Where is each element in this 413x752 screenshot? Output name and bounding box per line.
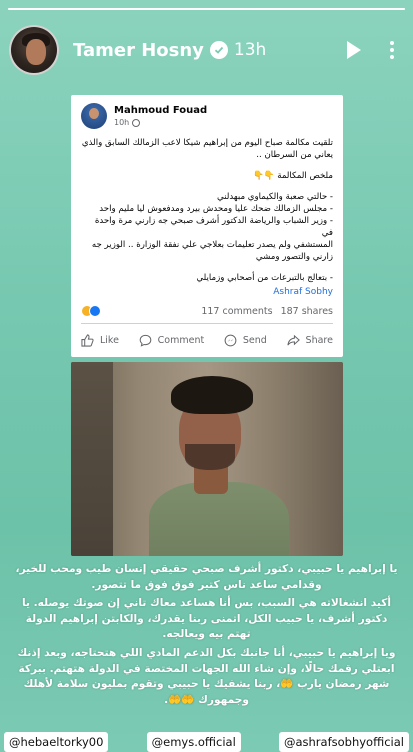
comment-button: Comment [139, 334, 205, 347]
send-label: Send [242, 335, 267, 346]
fb-post-line: يعاني من السرطان .. [256, 150, 333, 160]
reactions-icon [81, 305, 101, 317]
fb-post-line: ملخص المكالمة 👇👇 [253, 171, 333, 181]
fb-post-stats: 117 comments 187 shares [71, 297, 343, 317]
fb-post-line: - بتعالج بالتبرعات من أصحابي وزمايلي [196, 273, 333, 283]
story-header: Tamer Hosny 13h [9, 24, 403, 76]
avatar[interactable] [9, 25, 59, 75]
more-icon[interactable] [381, 37, 403, 63]
fb-post-actions: Like Comment Send Share [81, 323, 333, 357]
facebook-post-screenshot: Mahmoud Fouad 10h تلقيت مكالمة صباح اليو… [71, 95, 343, 357]
shares-count: 187 shares [280, 305, 333, 317]
fb-post-line: - مجلس الزمالك ضحك عليا ومحدش بيرد ومدفع… [99, 204, 333, 214]
mention-tags: @hebaeltorky00 @emys.official @ashrafsob… [4, 732, 409, 752]
fb-post-signature: Ashraf Sobhy [273, 287, 333, 297]
fb-post-line: تلقيت مكالمة صباح اليوم من إبراهيم شيكا … [81, 138, 333, 148]
story-progress-fill [8, 8, 405, 10]
mention-tag[interactable]: @hebaeltorky00 [4, 732, 109, 752]
fb-post-header: Mahmoud Fouad 10h [71, 95, 343, 129]
fb-post-line: زارني والتصور ومشي [255, 252, 333, 262]
fb-post-gap [81, 161, 333, 170]
comment-label: Comment [157, 335, 205, 346]
send-button: Send [224, 334, 267, 347]
story-progress-bar [8, 8, 405, 10]
comment-icon [139, 334, 151, 347]
fb-post-line: المستشفي ولم يصدر تعليمات بعلاجي علي نفق… [91, 240, 333, 250]
caption-paragraph: يا إبراهيم يا حبيبي، دكتور أشرف صبحي حقي… [15, 563, 398, 591]
fb-author-name: Mahmoud Fouad [114, 105, 208, 116]
fb-time-text: 10h [114, 118, 130, 127]
fb-post-time: 10h [114, 118, 207, 127]
like-label: Like [100, 335, 119, 346]
caption-paragraph: ويا إبراهيم يا حبيبي، أنا جانبك بكل الدع… [17, 646, 396, 706]
play-icon[interactable] [341, 37, 367, 63]
fb-author-avatar [81, 103, 107, 129]
share-label: Share [305, 335, 333, 346]
username[interactable]: Tamer Hosny [73, 40, 204, 61]
patient-photo [71, 362, 343, 556]
story-time: 13h [233, 40, 267, 60]
thumbs-up-icon [81, 334, 94, 347]
mention-tag[interactable]: @ashrafsobhyofficial [278, 732, 409, 752]
share-button: Share [286, 334, 333, 347]
fb-post-gap [81, 182, 333, 191]
caption-paragraph: أكيد انشغالاته هي السبب، بس أنا هساعد مع… [21, 597, 391, 641]
fb-post-gap [81, 263, 333, 272]
story-caption: يا إبراهيم يا حبيبي، دكتور أشرف صبحي حقي… [14, 562, 399, 711]
fb-post-line: - وزير الشباب والرياضة الدكتور أشرف صبحي… [94, 216, 333, 238]
fb-post-line: - حالتي صعبة والكيماوي مبهدلني [217, 192, 333, 202]
mention-tag[interactable]: @emys.official [146, 732, 241, 752]
messenger-icon [224, 334, 237, 347]
share-icon [286, 334, 300, 346]
verified-badge-icon [209, 41, 228, 59]
comments-count: 117 comments [201, 305, 273, 317]
globe-icon [132, 118, 141, 127]
fb-post-text: تلقيت مكالمة صباح اليوم من إبراهيم شيكا … [71, 129, 343, 284]
like-button: Like [81, 334, 119, 347]
